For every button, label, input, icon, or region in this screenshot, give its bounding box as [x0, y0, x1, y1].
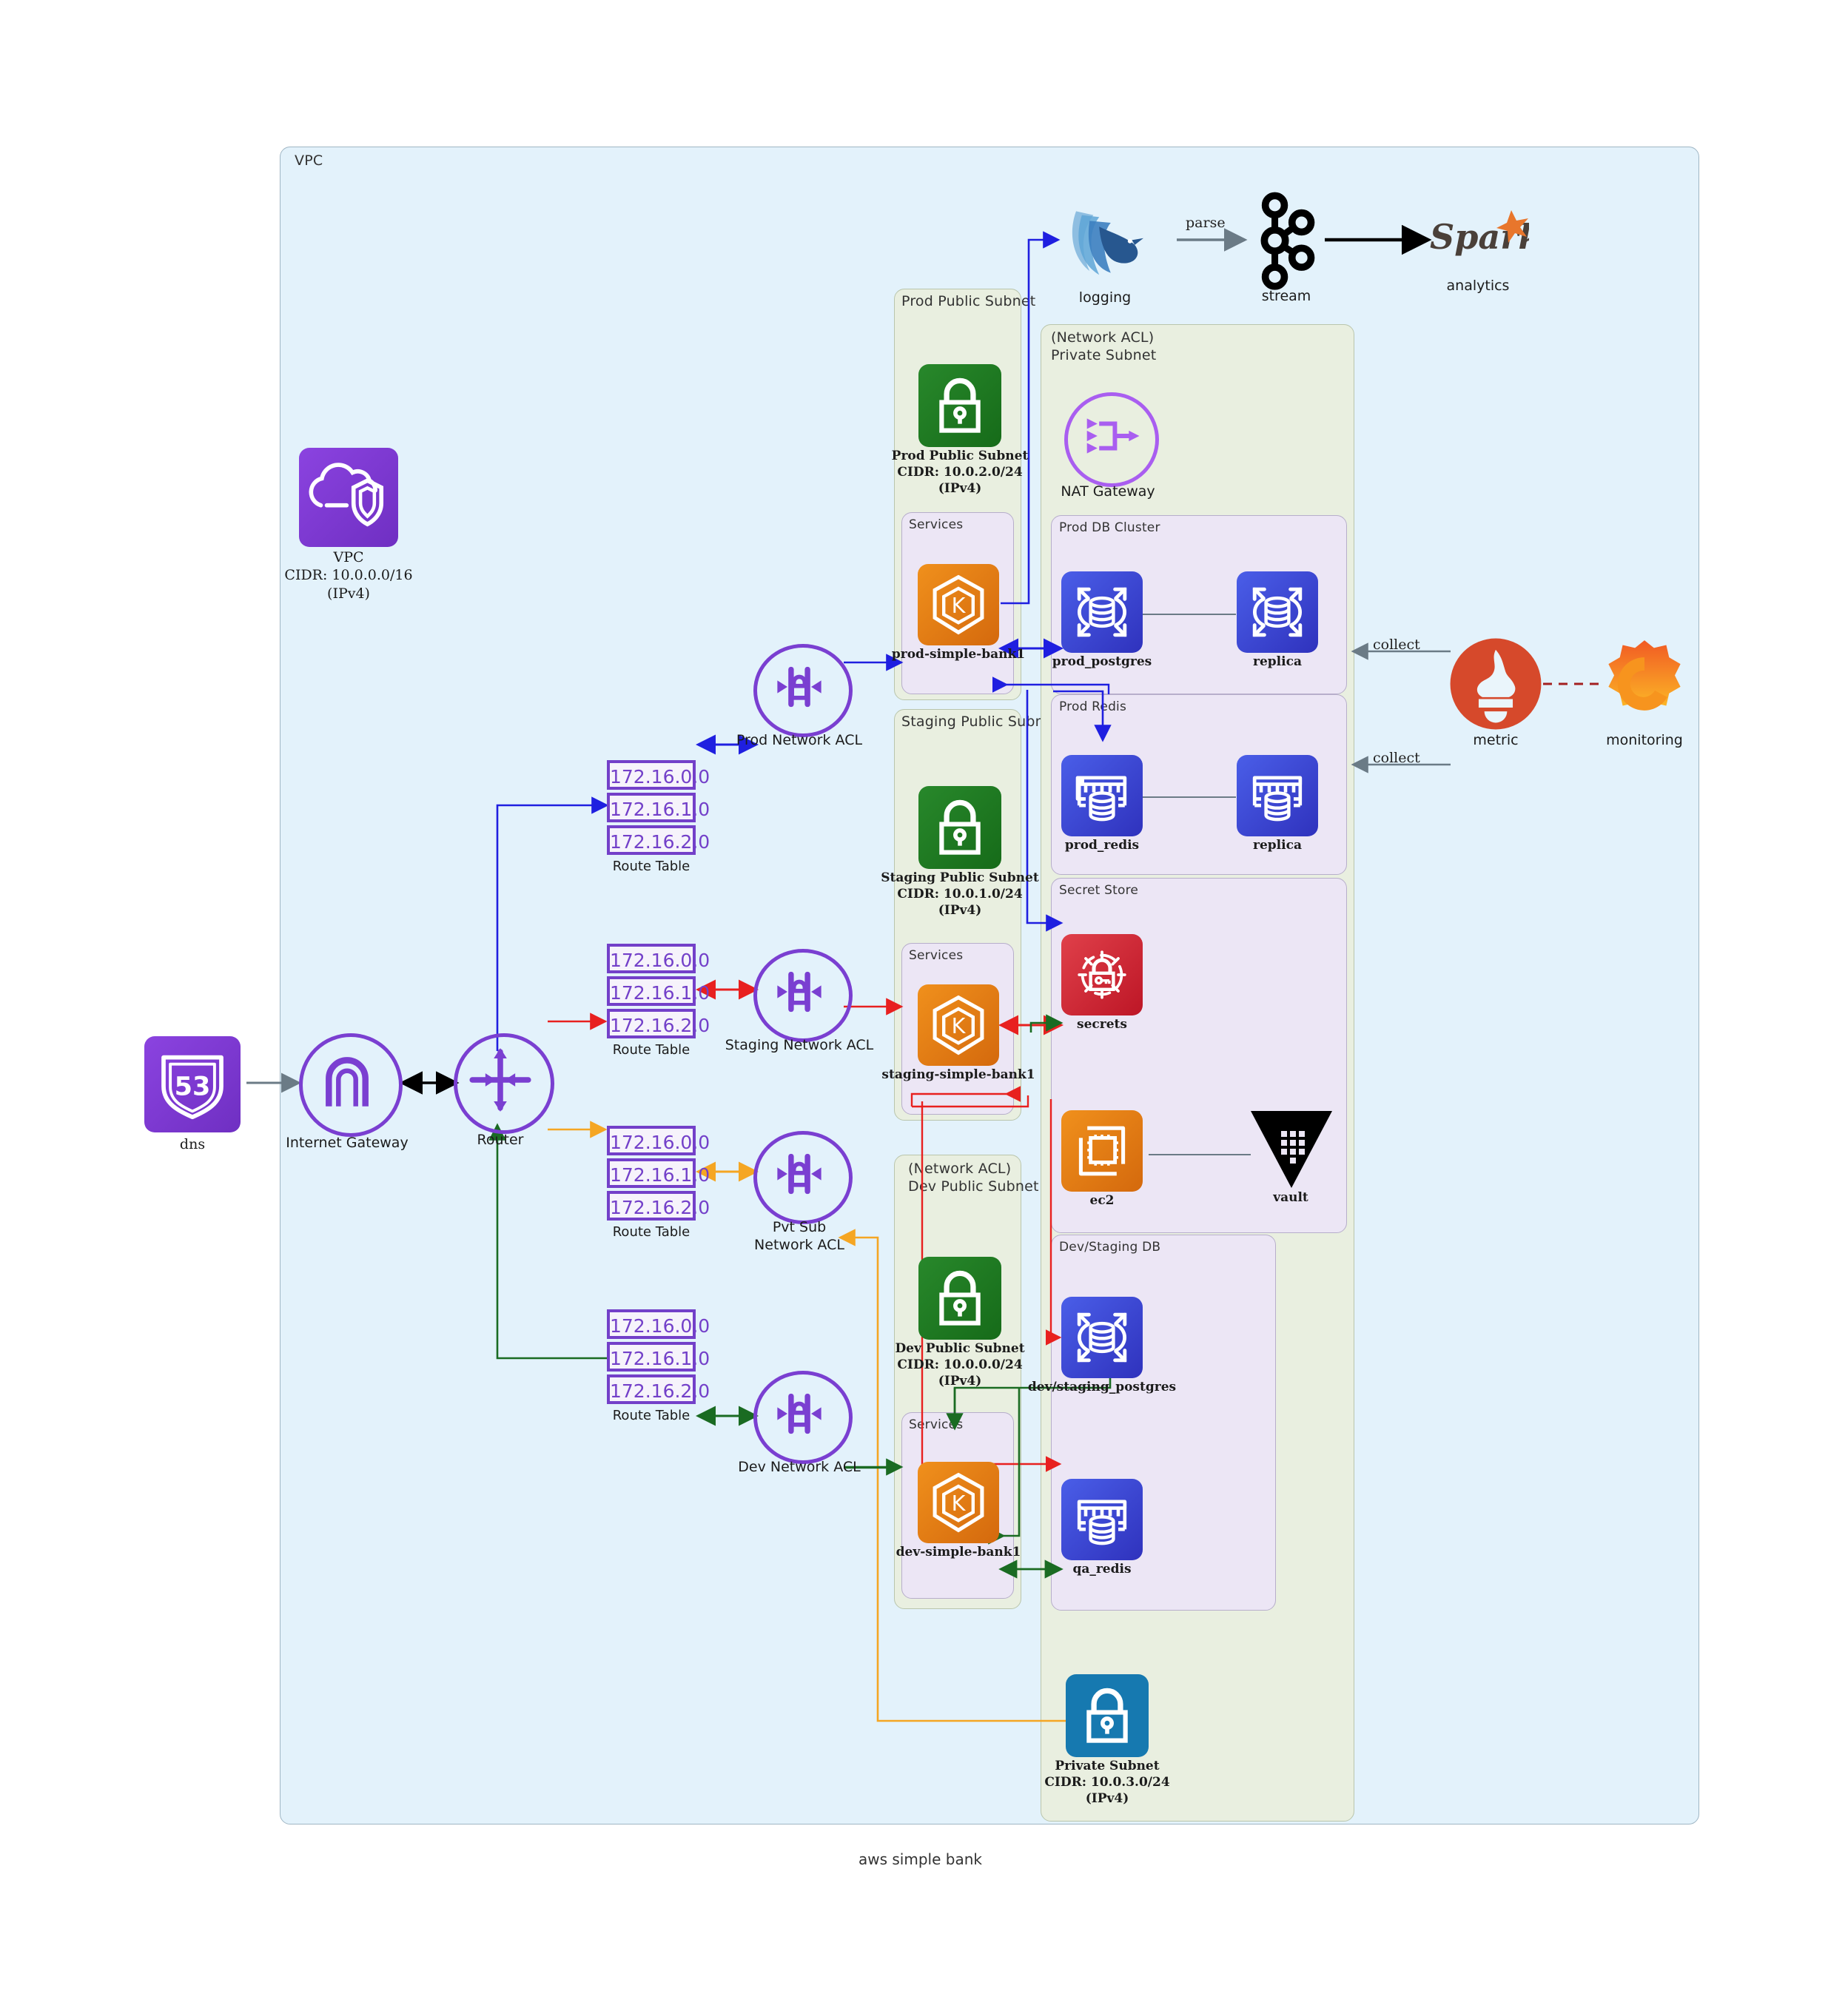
route-table-row[interactable]: 172.16.2.0	[607, 1374, 710, 1404]
node-prod-public-subnet-label: Prod Public Subnet CIDR: 10.0.2.0/24 (IP…	[891, 449, 1029, 496]
eks-icon: K	[918, 1462, 999, 1543]
route-table-row[interactable]: 172.16.1.0	[607, 1342, 710, 1372]
dev-public-subnet-title: (Network ACL) Dev Public Subnet	[908, 1161, 1038, 1195]
prod-db-cluster-title: Prod DB Cluster	[1059, 520, 1160, 535]
lock-icon	[918, 786, 1001, 869]
node-dev-network-acl-label: Dev Network ACL	[738, 1459, 861, 1475]
lock-icon	[918, 364, 1001, 447]
ec2-icon	[1061, 1110, 1143, 1192]
route53-icon: 53	[144, 1036, 241, 1132]
node-ec2-label: ec2	[1089, 1193, 1115, 1208]
route-table-row[interactable]: 172.16.1.0	[607, 1158, 710, 1188]
node-router-label: Router	[477, 1132, 524, 1148]
prod-services-title: Services	[909, 517, 964, 532]
node-pvt-sub-network-acl-label: Pvt Sub Network ACL	[754, 1219, 844, 1254]
svg-text:K: K	[952, 1013, 967, 1038]
node-dev-staging-postgres-label: dev/staging_postgres	[1027, 1380, 1177, 1394]
route-table-pvt-label: Route Table	[612, 1224, 691, 1240]
node-monitoring-label: monitoring	[1606, 732, 1683, 748]
node-vault[interactable]: vault	[1249, 1109, 1334, 1205]
prod-redis-title: Prod Redis	[1059, 699, 1127, 714]
route-table-row[interactable]: 172.16.0.0	[607, 760, 710, 790]
node-stream[interactable]: stream	[1248, 191, 1325, 304]
rds-icon	[1061, 571, 1143, 653]
elasticache-icon	[1061, 1479, 1143, 1560]
node-prod-postgres-replica-label: replica	[1253, 654, 1302, 669]
node-logging-label: logging	[1078, 289, 1132, 306]
staging-services-title: Services	[909, 948, 964, 963]
secrets-manager-icon	[1061, 934, 1143, 1015]
route-table-row[interactable]: 172.16.2.0	[607, 1191, 710, 1221]
node-vpc-label: VPC CIDR: 10.0.0.0/16 (IPv4)	[284, 549, 413, 602]
route-table-row[interactable]: 172.16.1.0	[607, 976, 710, 1006]
route-table-row[interactable]: 172.16.0.0	[607, 1309, 710, 1339]
elasticache-icon	[1237, 755, 1318, 836]
node-stream-label: stream	[1261, 288, 1311, 304]
node-staging-network-acl-label: Staging Network ACL	[725, 1037, 874, 1053]
kafka-icon	[1260, 192, 1315, 290]
node-analytics[interactable]: Spark analytics	[1428, 207, 1542, 294]
spark-icon: Spark	[1430, 210, 1542, 257]
node-secrets-label: secrets	[1077, 1017, 1127, 1032]
route-table-row[interactable]: 172.16.0.0	[607, 1126, 710, 1155]
vpc-container-title: VPC	[295, 152, 323, 169]
node-analytics-label: analytics	[1446, 278, 1510, 294]
node-metric[interactable]: metric	[1448, 637, 1543, 748]
vpc-cloud-shield-icon	[299, 448, 398, 547]
node-prod-network-acl-label: Prod Network ACL	[736, 732, 863, 748]
rds-icon	[1061, 1297, 1143, 1378]
rds-icon	[1237, 571, 1318, 653]
route-table-row[interactable]: 172.16.2.0	[607, 825, 710, 855]
route-table-dev-label: Route Table	[612, 1408, 691, 1423]
node-prod-postgres-label: prod_postgres	[1052, 654, 1152, 669]
edge-label-collect-db: collect	[1373, 637, 1420, 653]
fluentd-bird-icon	[1072, 211, 1143, 275]
node-prod-redis-label: prod_redis	[1064, 838, 1140, 853]
node-internet-gateway-label: Internet Gateway	[286, 1135, 409, 1151]
node-dns-label: dns	[179, 1136, 206, 1152]
node-staging-simple-bank1-label: staging-simple-bank1	[881, 1067, 1035, 1082]
node-prod-simple-bank1-label: prod-simple-bank1	[891, 647, 1026, 662]
svg-text:K: K	[952, 1491, 967, 1516]
vault-icon	[1251, 1111, 1332, 1188]
diagram-canvas: VPC Prod Public Subnet Services Staging …	[0, 0, 1848, 2011]
route-table-prod-label: Route Table	[612, 859, 691, 874]
edge-label-collect-redis: collect	[1373, 750, 1420, 766]
eks-icon: K	[918, 984, 999, 1066]
node-qa-redis-label: qa_redis	[1072, 1562, 1132, 1577]
node-metric-label: metric	[1473, 732, 1519, 748]
svg-text:53: 53	[175, 1071, 211, 1101]
route-table-row[interactable]: 172.16.1.0	[607, 793, 710, 822]
lock-icon	[918, 1257, 1001, 1340]
grafana-icon	[1608, 640, 1681, 711]
svg-text:K: K	[952, 593, 967, 618]
node-staging-public-subnet-label: Staging Public Subnet CIDR: 10.0.1.0/24 …	[881, 870, 1039, 918]
eks-icon: K	[918, 564, 999, 645]
prometheus-icon	[1450, 638, 1542, 730]
private-subnet-acl-title: (Network ACL) Private Subnet	[1051, 329, 1157, 363]
edge-label-parse: parse	[1186, 215, 1226, 231]
node-monitoring[interactable]: monitoring	[1597, 637, 1692, 748]
lock-icon	[1066, 1674, 1149, 1757]
route-table-staging-label: Route Table	[612, 1042, 691, 1058]
node-logging[interactable]: logging	[1057, 194, 1153, 306]
elasticache-icon	[1061, 755, 1143, 836]
diagram-title: aws simple bank	[859, 1850, 982, 1868]
dev-services-title: Services	[909, 1417, 964, 1432]
node-vault-label: vault	[1273, 1190, 1308, 1205]
prod-public-subnet-title: Prod Public Subnet	[901, 293, 1036, 309]
route-table-row[interactable]: 172.16.0.0	[607, 944, 710, 973]
node-private-subnet-label: Private Subnet CIDR: 10.0.3.0/24 (IPv4)	[1044, 1759, 1170, 1806]
staging-public-subnet-title: Staging Public Subnet	[901, 714, 1059, 730]
node-dev-simple-bank1-label: dev-simple-bank1	[896, 1545, 1021, 1560]
node-prod-redis-replica-label: replica	[1253, 838, 1302, 853]
secret-store-title: Secret Store	[1059, 883, 1139, 898]
route-table-row[interactable]: 172.16.2.0	[607, 1009, 710, 1038]
dev-staging-db-title: Dev/Staging DB	[1059, 1240, 1161, 1255]
